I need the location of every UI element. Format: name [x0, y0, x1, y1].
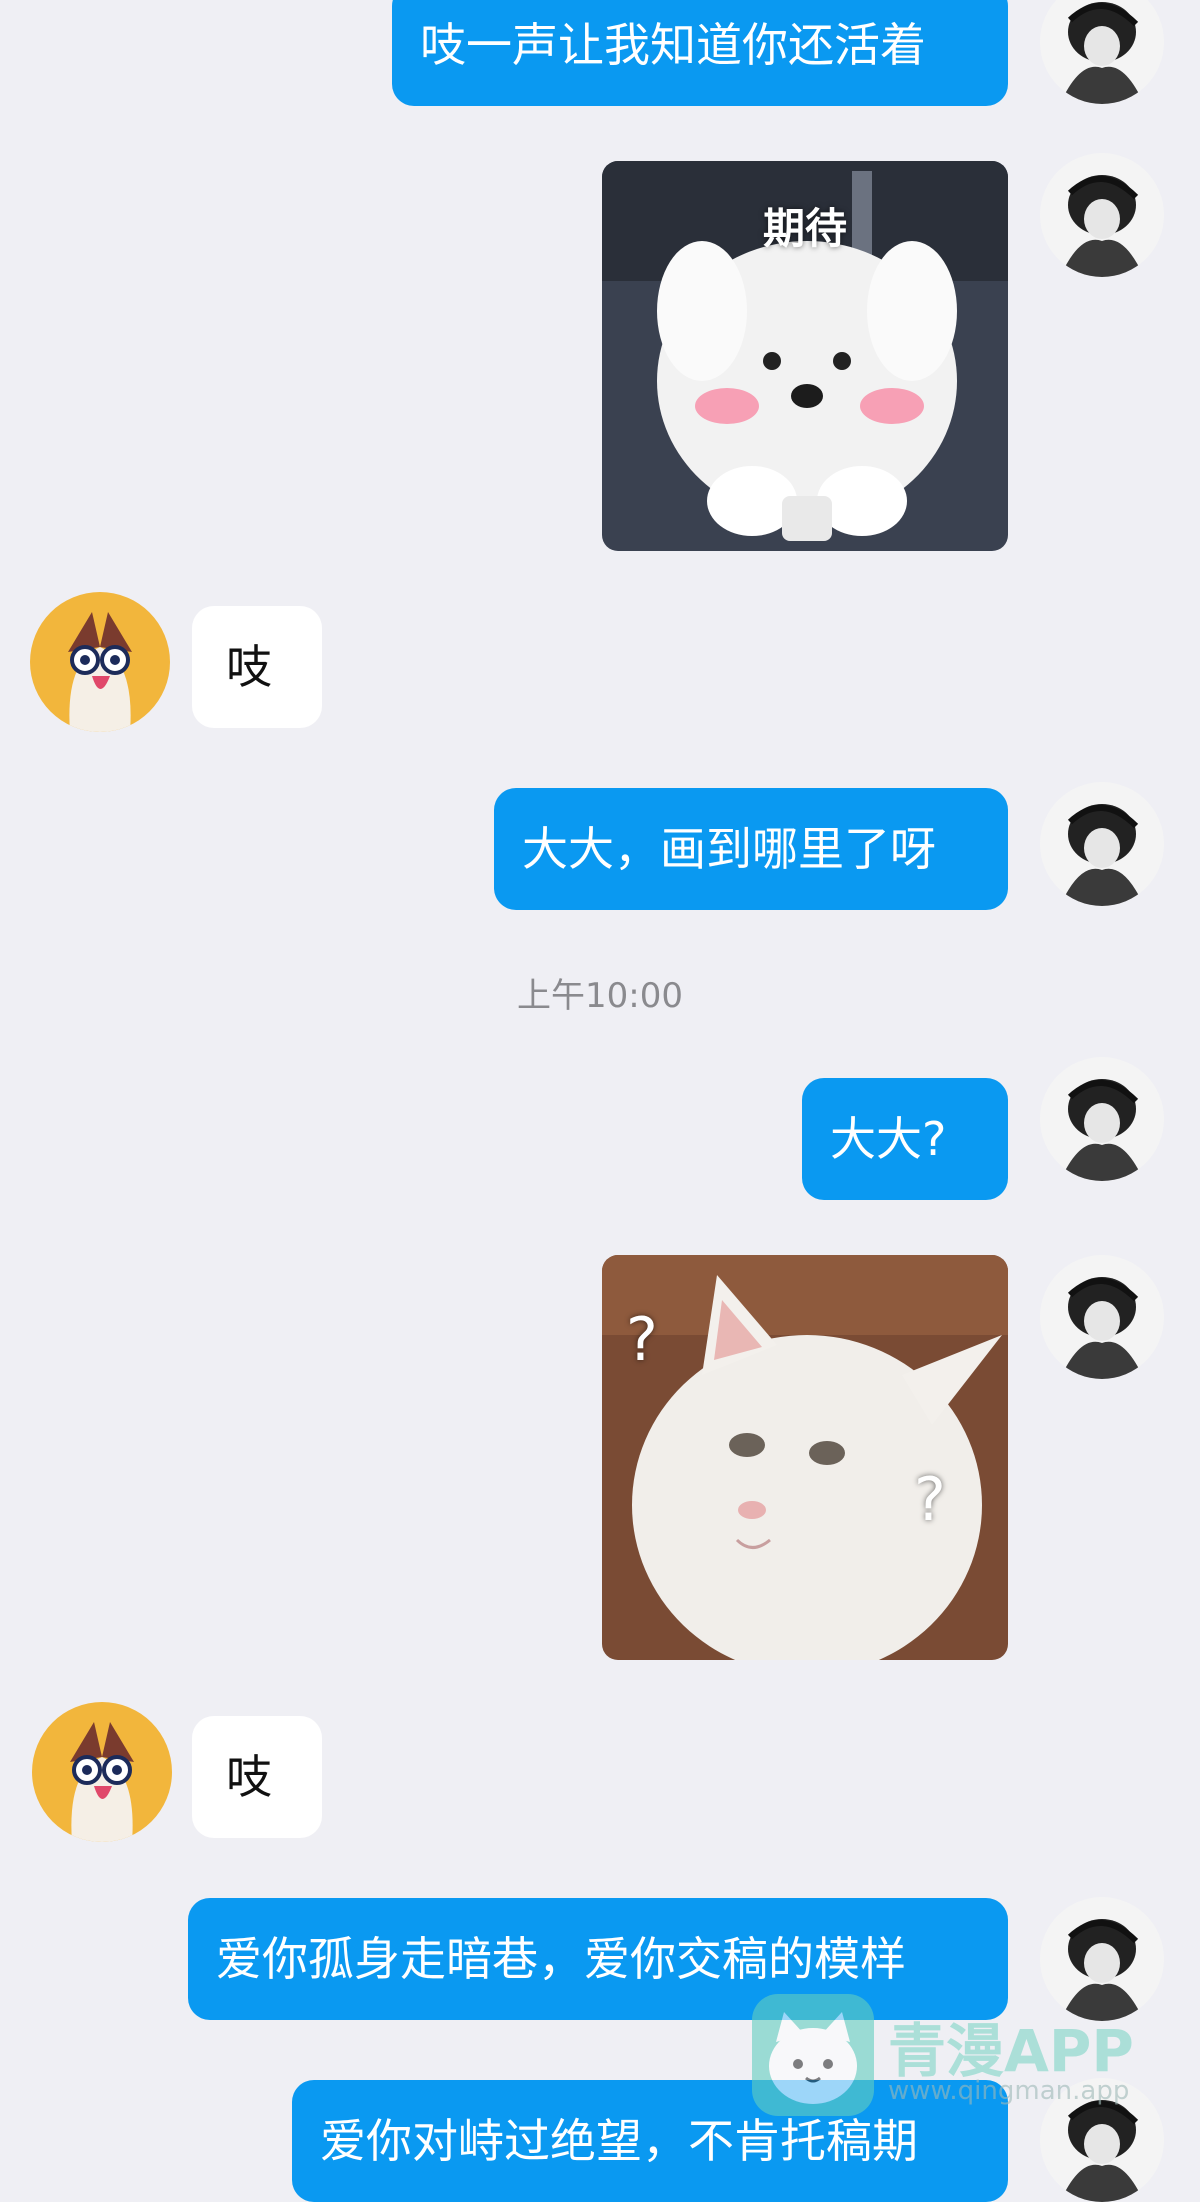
ink-portrait-icon	[1040, 0, 1164, 104]
ink-portrait-icon	[1040, 782, 1164, 906]
ink-portrait-icon	[1040, 153, 1164, 277]
cat-mascot-icon	[752, 1994, 874, 2116]
sticker-caption: 期待	[762, 204, 847, 253]
white-cat-sticker	[602, 1255, 1008, 1660]
contact-avatar[interactable]	[30, 592, 170, 732]
my-avatar[interactable]	[1040, 1057, 1164, 1181]
chat-timestamp: 上午10:00	[517, 976, 683, 1016]
watermark-url: www.qingman.app	[888, 2076, 1130, 2106]
my-avatar[interactable]	[1040, 1255, 1164, 1379]
contact-avatar[interactable]	[32, 1702, 172, 1842]
my-avatar[interactable]	[1040, 153, 1164, 277]
ink-portrait-icon	[1040, 1255, 1164, 1379]
my-avatar[interactable]	[1040, 0, 1164, 104]
ink-portrait-icon	[1040, 1057, 1164, 1181]
puppy-sticker-image[interactable]: 期待	[602, 161, 1008, 551]
my-avatar[interactable]	[1040, 782, 1164, 906]
cat-sticker-image[interactable]: ? ?	[602, 1255, 1008, 1660]
message-bubble-incoming[interactable]: 吱	[192, 606, 322, 728]
question-mark-icon: ?	[914, 1465, 946, 1535]
cartoon-bird-icon	[32, 1702, 172, 1842]
message-bubble-outgoing[interactable]: 大大?	[802, 1078, 1008, 1200]
message-bubble-outgoing[interactable]: 大大，画到哪里了呀	[494, 788, 1008, 910]
message-bubble-incoming[interactable]: 吱	[192, 1716, 322, 1838]
message-bubble-outgoing[interactable]: 吱一声让我知道你还活着	[392, 0, 1008, 106]
question-mark-icon: ?	[626, 1305, 658, 1375]
app-watermark: 青漫APP www.qingman.app	[748, 1990, 1188, 2130]
cartoon-bird-icon	[30, 592, 170, 732]
